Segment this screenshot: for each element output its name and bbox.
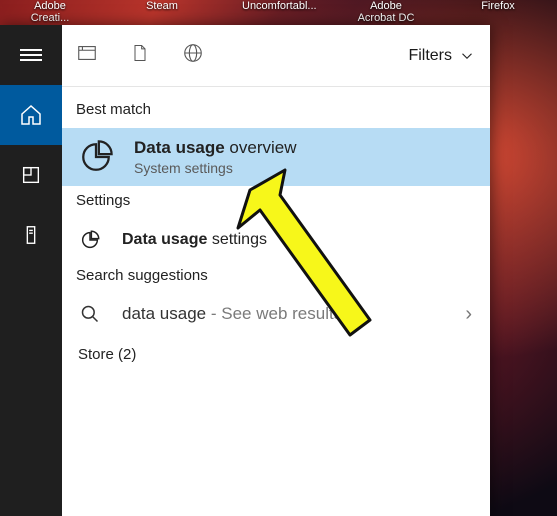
result-web-search[interactable]: data usage - See web results › [62, 294, 490, 334]
tower-icon [20, 224, 42, 246]
home-button[interactable] [0, 85, 62, 145]
start-search-flyout: Filters Best match Data usage overview S… [0, 25, 490, 516]
window-icon [76, 42, 98, 64]
desktop-icon-label[interactable]: Firefox [466, 0, 530, 24]
pie-chart-icon [79, 140, 113, 174]
pie-chart-icon [79, 229, 101, 251]
search-icon [80, 304, 100, 324]
home-icon [19, 103, 43, 127]
result-data-usage-overview[interactable]: Data usage overview System settings [62, 128, 490, 186]
devices-button[interactable] [0, 205, 62, 265]
hamburger-menu-button[interactable] [0, 25, 62, 85]
result-title: data usage - See web results [122, 304, 342, 324]
group-best-match: Best match [76, 101, 476, 118]
search-results-panel: Filters Best match Data usage overview S… [62, 25, 490, 516]
search-scope-bar: Filters [62, 25, 490, 87]
scope-web-button[interactable] [182, 42, 204, 69]
group-settings: Settings [76, 192, 476, 209]
chevron-down-icon [458, 47, 476, 65]
result-title: Data usage overview [134, 138, 297, 158]
chevron-right-icon: › [465, 303, 472, 326]
document-icon [130, 42, 150, 64]
results-content: Best match Data usage overview System se… [62, 87, 490, 375]
desktop-icon-label[interactable]: Adobe Creati... [18, 0, 82, 24]
result-data-usage-settings[interactable]: Data usage settings [62, 219, 490, 261]
result-title: Data usage settings [122, 231, 267, 249]
apps-icon [20, 164, 42, 186]
group-store[interactable]: Store (2) [78, 346, 474, 363]
desktop-icon-label[interactable]: Adobe Acrobat DC [354, 0, 418, 24]
desktop-icon-labels: Adobe Creati... Steam Uncomfortabl... Ad… [0, 0, 557, 24]
hamburger-icon [20, 46, 42, 64]
start-navigation-rail [0, 25, 62, 516]
desktop-icon-label[interactable]: Uncomfortabl... [242, 0, 306, 24]
scope-apps-button[interactable] [76, 42, 98, 69]
desktop-icon-label[interactable]: Steam [130, 0, 194, 24]
filters-dropdown[interactable]: Filters [408, 47, 476, 65]
apps-button[interactable] [0, 145, 62, 205]
globe-icon [182, 42, 204, 64]
group-search-suggestions: Search suggestions [76, 267, 476, 284]
scope-documents-button[interactable] [130, 42, 150, 69]
filters-label: Filters [408, 47, 452, 65]
result-subtitle: System settings [134, 160, 297, 176]
